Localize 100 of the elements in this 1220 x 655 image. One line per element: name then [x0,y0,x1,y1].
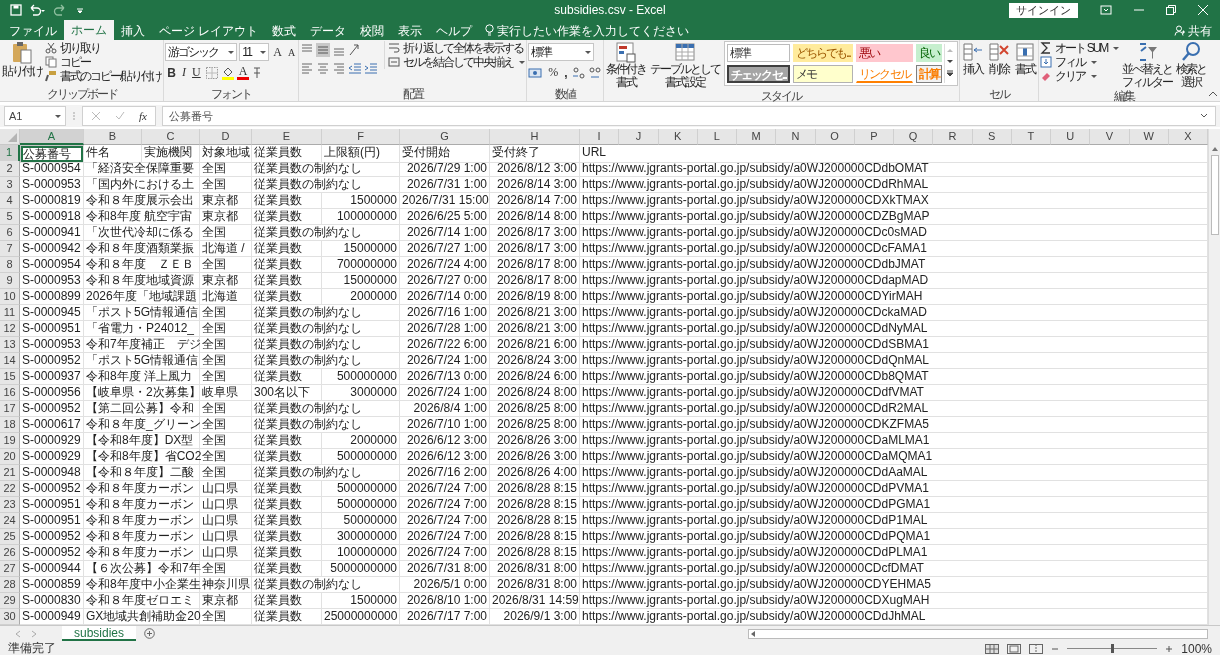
row-header[interactable]: 13 [0,337,20,353]
vertical-scrollbar[interactable] [1208,129,1220,625]
row-header[interactable]: 9 [0,273,20,289]
horizontal-scrollbar[interactable] [748,628,1208,639]
column-header[interactable]: O [815,129,855,145]
restore-icon[interactable] [1166,5,1176,15]
cell-style-option[interactable]: 悪い [855,44,914,62]
format-painter-button[interactable]: 書式のコピー/貼り付け [59,69,163,83]
format-cells-button[interactable]: 書式 [1013,41,1038,76]
bold-button[interactable]: B [165,65,178,80]
format-as-table-button[interactable]: テーブルとして 書式設定 [648,41,721,89]
number-format-select[interactable]: 標準 [528,43,595,61]
row-header[interactable]: 6 [0,225,20,241]
row-header[interactable]: 29 [0,593,20,609]
normal-view-icon[interactable] [985,643,1000,654]
row-header[interactable]: 26 [0,545,20,561]
row-header[interactable]: 22 [0,481,20,497]
cancel-icon[interactable] [91,111,101,121]
font-shrink-button[interactable]: A [286,46,298,58]
row-header[interactable]: 19 [0,433,20,449]
column-header[interactable]: N [776,129,816,145]
sign-in-button[interactable]: サインイン [1009,2,1078,18]
column-header[interactable]: D [200,129,252,145]
close-icon[interactable] [1198,5,1208,15]
row-header[interactable]: 17 [0,401,20,417]
collapse-ribbon-icon[interactable] [1208,90,1219,98]
column-header[interactable]: S [972,129,1012,145]
cut-button[interactable]: 切り取り [59,41,101,55]
column-header[interactable]: Q [894,129,934,145]
row-header[interactable]: 14 [0,353,20,369]
font-family-select[interactable]: 游ゴシック [165,43,238,61]
sort-filter-button[interactable]: 並べ替えと フィルター [1121,41,1174,89]
column-header[interactable]: A [20,129,84,145]
column-header[interactable]: W [1129,129,1169,145]
conditional-formatting-button[interactable]: 条件付き 書式 [604,41,647,89]
merge-center-button[interactable]: セルを結合して中央揃え [402,55,515,69]
row-header[interactable]: 16 [0,385,20,401]
undo-icon[interactable] [28,4,46,16]
row-header[interactable]: 8 [0,257,20,273]
font-grow-button[interactable]: A [271,44,284,60]
enter-icon[interactable] [115,111,125,121]
ribbon-tab[interactable]: ファイル [2,22,64,40]
align-middle-icon[interactable] [316,43,331,57]
row-header[interactable]: 15 [0,369,20,385]
row-header[interactable]: 20 [0,449,20,465]
column-header[interactable]: I [580,129,620,145]
column-header[interactable]: R [933,129,973,145]
ribbon-tab[interactable]: 数式 [265,22,304,40]
paste-button[interactable]: 貼り付け [1,41,43,78]
column-header[interactable]: M [737,129,777,145]
cell-style-option[interactable]: 標準 [726,44,790,62]
font-size-select[interactable]: 11 [239,43,270,61]
comma-button[interactable]: , [562,65,570,80]
ribbon-tab[interactable]: 挿入 [114,22,152,40]
column-header[interactable]: B [84,129,142,145]
column-header[interactable]: T [1011,129,1051,145]
underline-button[interactable]: U [190,65,203,80]
ribbon-display-icon[interactable] [1100,5,1112,15]
cell-style-option[interactable]: メモ [792,65,853,83]
cell-style-option[interactable]: どちらでも... [792,44,853,62]
row-header[interactable]: 3 [0,177,20,193]
increase-decimal-icon[interactable] [571,65,586,80]
wrap-text-button[interactable]: 折り返して全体を表示する [402,41,525,55]
italic-button[interactable]: I [180,65,188,80]
align-left-icon[interactable] [300,61,315,75]
row-header[interactable]: 23 [0,497,20,513]
row-header[interactable]: 18 [0,417,20,433]
column-header[interactable]: K [658,129,698,145]
autosum-button[interactable]: オート SUM [1054,41,1109,55]
fill-color-icon[interactable] [220,65,235,80]
row-header[interactable]: 10 [0,289,20,305]
insert-cells-button[interactable]: 挿入 [961,41,986,76]
page-break-icon[interactable] [1029,643,1044,654]
insert-function-button[interactable]: fx [139,110,147,122]
row-header[interactable]: 30 [0,609,20,625]
column-header[interactable]: X [1168,129,1208,145]
zoom-level[interactable]: 100% [1181,641,1212,655]
row-header[interactable]: 2 [0,161,20,177]
scrollbar-thumb[interactable] [1210,155,1219,235]
next-sheet-icon[interactable] [30,629,38,638]
page-layout-icon[interactable] [1007,643,1022,654]
column-header[interactable]: F [322,129,400,145]
add-sheet-icon[interactable] [144,628,156,639]
fill-button[interactable]: フィル [1054,55,1087,69]
save-icon[interactable] [10,4,22,16]
ribbon-tab[interactable]: 校閲 [353,22,392,40]
row-header[interactable]: 7 [0,241,20,257]
find-select-button[interactable]: 検索と 選択 [1175,41,1208,89]
formula-input[interactable]: 公募番号 [161,106,1216,126]
ribbon-tab[interactable]: ページ レイアウト [152,22,266,40]
ribbon-tab[interactable]: 表示 [391,22,430,40]
row-header[interactable]: 21 [0,465,20,481]
previous-sheet-icon[interactable] [14,629,22,638]
name-box[interactable]: A1 [4,106,66,126]
clear-button[interactable]: クリア [1054,69,1087,83]
indent-icon[interactable] [348,61,363,75]
row-header[interactable]: 27 [0,561,20,577]
ribbon-tab[interactable]: データ [303,22,354,40]
align-right-icon[interactable] [332,61,347,75]
ribbon-tab[interactable]: ヘルプ [429,22,480,40]
